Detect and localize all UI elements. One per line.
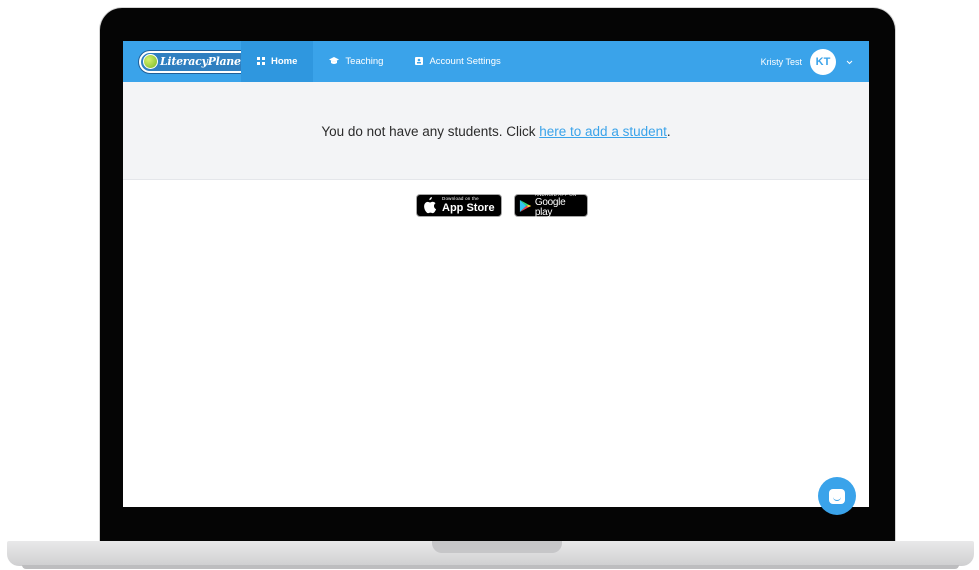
nav-teaching[interactable]: Teaching: [313, 41, 399, 82]
user-name: Kristy Test: [760, 56, 802, 67]
app-store-text: Download on the App Store: [442, 197, 495, 214]
nav-home-label: Home: [271, 56, 298, 67]
empty-state-message: You do not have any students. Click here…: [321, 124, 670, 139]
nav-account-settings[interactable]: Account Settings: [399, 41, 516, 82]
empty-state-banner: You do not have any students. Click here…: [123, 82, 869, 180]
chat-launcher-button[interactable]: [818, 477, 856, 515]
app-screen: LiteracyPlanet Home Teaching Account Set…: [123, 41, 869, 507]
top-navbar: LiteracyPlanet Home Teaching Account Set…: [123, 41, 869, 82]
google-play-big-text: Google play: [534, 197, 566, 219]
add-student-link[interactable]: here to add a student: [539, 124, 667, 139]
user-menu[interactable]: Kristy Test KT: [761, 41, 853, 82]
grid-icon: [257, 56, 265, 67]
logo-badge: LiteracyPlanet: [139, 50, 253, 73]
app-store-badge[interactable]: Download on the App Store: [416, 194, 502, 217]
message-suffix: .: [666, 124, 671, 139]
google-play-text: ANDROID APP ON Google play: [534, 192, 581, 219]
logo-text: LiteracyPlanet: [160, 55, 246, 68]
app-store-big-text: App Store: [442, 201, 495, 214]
nav-account-settings-label: Account Settings: [429, 56, 501, 67]
laptop-mockup: LiteracyPlanet Home Teaching Account Set…: [0, 0, 979, 570]
apple-icon: [424, 197, 437, 214]
graduation-cap-icon: [329, 56, 340, 67]
chevron-down-icon[interactable]: [846, 57, 853, 67]
laptop-notch: [432, 541, 562, 553]
planet-icon: [143, 54, 158, 69]
laptop-base-shadow: [22, 565, 959, 569]
nav-teaching-label: Teaching: [345, 56, 384, 67]
chat-icon: [829, 488, 845, 504]
google-play-badge[interactable]: ANDROID APP ON Google play: [514, 192, 588, 219]
avatar[interactable]: KT: [810, 48, 836, 75]
id-card-icon: [415, 56, 424, 67]
nav-home[interactable]: Home: [241, 41, 314, 82]
app-store-badges: Download on the App Store ANDROID APP ON…: [135, 192, 869, 219]
google-play-icon: [519, 199, 532, 212]
message-prefix: You do not have any students. Click: [321, 124, 540, 139]
app-logo[interactable]: LiteracyPlanet: [139, 50, 253, 73]
